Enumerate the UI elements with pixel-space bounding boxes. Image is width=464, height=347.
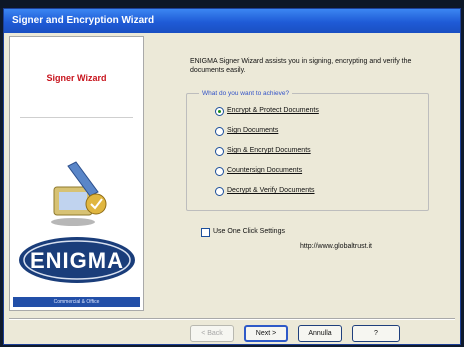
option-label: Countersign Documents — [227, 167, 303, 174]
sidebar-panel: Signer Wizard ENIGMA Commercial & Office — [9, 36, 144, 311]
group-legend: What do you want to achieve? — [199, 89, 293, 98]
option-label: Sign Documents — [227, 127, 279, 134]
intro-text: ENIGMA Signer Wizard assists you in sign… — [190, 58, 412, 74]
title-bar[interactable]: Signer and Encryption Wizard — [4, 9, 460, 33]
radio-button[interactable] — [215, 147, 224, 156]
sidebar-title: Signer Wizard — [46, 73, 107, 83]
wizard-window: Signer and Encryption Wizard Signer Wiza… — [3, 8, 461, 345]
option-label: Decrypt & Verify Documents — [227, 187, 315, 194]
window-title: Signer and Encryption Wizard — [12, 15, 155, 26]
next-button[interactable]: Next > — [244, 325, 288, 342]
button-bar-divider — [9, 318, 455, 319]
checkbox[interactable] — [201, 228, 210, 237]
enigma-logo-text: ENIGMA — [30, 248, 124, 273]
website-link[interactable]: http://www.globaltrust.it — [300, 243, 372, 250]
help-button[interactable]: ? — [352, 325, 400, 342]
radio-button[interactable] — [215, 167, 224, 176]
enigma-logo: ENIGMA — [19, 237, 135, 283]
option-label: Encrypt & Protect Documents — [227, 107, 319, 114]
top-strip — [0, 0, 464, 8]
sidebar-divider — [20, 117, 133, 118]
signer-mascot-icon — [51, 161, 107, 226]
radio-button[interactable] — [215, 187, 224, 196]
radio-button[interactable] — [215, 107, 224, 116]
back-button[interactable]: < Back — [190, 325, 234, 342]
cancel-button[interactable]: Annulla — [298, 325, 342, 342]
sidebar-footer: Commercial & Office — [13, 297, 140, 307]
radio-button[interactable] — [215, 127, 224, 136]
action-groupbox: What do you want to achieve? Encrypt & P… — [186, 89, 429, 211]
option-label: Sign & Encrypt Documents — [227, 147, 311, 154]
one-click-label: Use One Click Settings — [213, 228, 285, 235]
